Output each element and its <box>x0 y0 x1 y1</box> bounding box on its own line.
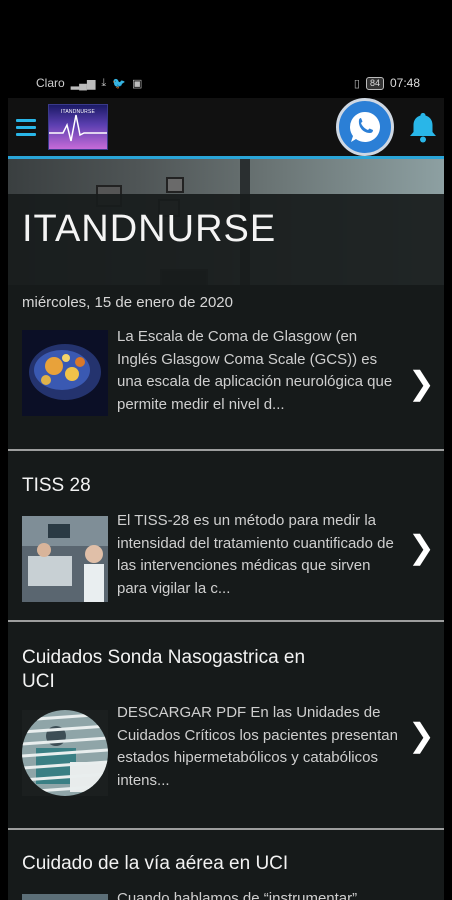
chevron-right-icon[interactable]: ❯ <box>408 530 435 564</box>
post-excerpt: DESCARGAR PDF En las Unidades de Cuidado… <box>117 704 398 789</box>
post-thumbnail-nasogastric[interactable] <box>22 710 108 796</box>
nurse-patient-image <box>22 710 108 796</box>
post-date: miércoles, 15 de enero de 2020 <box>22 294 233 311</box>
post-title[interactable]: Cuidado de la vía aérea en UCI <box>22 852 288 876</box>
brain-scan-image <box>22 330 108 416</box>
clock: 07:48 <box>389 76 420 90</box>
twitter-icon: 🐦 <box>112 77 126 90</box>
notification-icon: ▣ <box>131 77 143 90</box>
bell-icon[interactable] <box>406 110 440 144</box>
post-thumbnail-icu[interactable] <box>22 516 108 602</box>
battery-indicator: 84 <box>365 76 384 90</box>
carrier-name: Claro <box>36 76 65 90</box>
icu-photo-image <box>22 516 108 602</box>
divider <box>8 828 444 830</box>
signal-icon: ▂▄▆ <box>70 77 96 90</box>
hamburger-menu-icon[interactable] <box>16 118 36 136</box>
app-bar: ITANDNURSE <box>8 98 444 156</box>
post-thumbnail-brain[interactable] <box>22 330 108 416</box>
download-icon: ⤓ <box>101 76 107 89</box>
status-bar: Claro ▂▄▆ ⤓ 🐦 ▣ ▯ 84 07:48 <box>0 70 452 96</box>
whatsapp-icon <box>350 112 380 142</box>
whatsapp-button[interactable] <box>336 98 394 156</box>
chevron-right-icon[interactable]: ❯ <box>408 718 435 752</box>
blog-title[interactable]: ITANDNURSE <box>22 208 276 251</box>
post-excerpt: El TISS-28 es un método para medir la in… <box>117 512 394 597</box>
site-logo[interactable]: ITANDNURSE <box>48 104 108 150</box>
post-thumbnail-airway[interactable] <box>22 894 108 900</box>
divider <box>8 449 444 451</box>
heartbeat-icon <box>49 114 107 142</box>
post-excerpt: La Escala de Coma de Glasgow (en Inglés … <box>117 328 393 413</box>
chevron-right-icon[interactable]: ❯ <box>408 366 435 400</box>
blog-content: ITANDNURSE miércoles, 15 de enero de 202… <box>8 194 444 900</box>
vibrate-icon: ▯ <box>353 77 360 90</box>
post-excerpt: Cuando hablamos de “instrumentar” <box>117 890 358 900</box>
divider <box>8 620 444 622</box>
airway-image <box>22 894 108 900</box>
post-title[interactable]: TISS 28 <box>22 474 91 498</box>
post-title[interactable]: Cuidados Sonda Nasogastrica en UCI <box>22 646 322 694</box>
